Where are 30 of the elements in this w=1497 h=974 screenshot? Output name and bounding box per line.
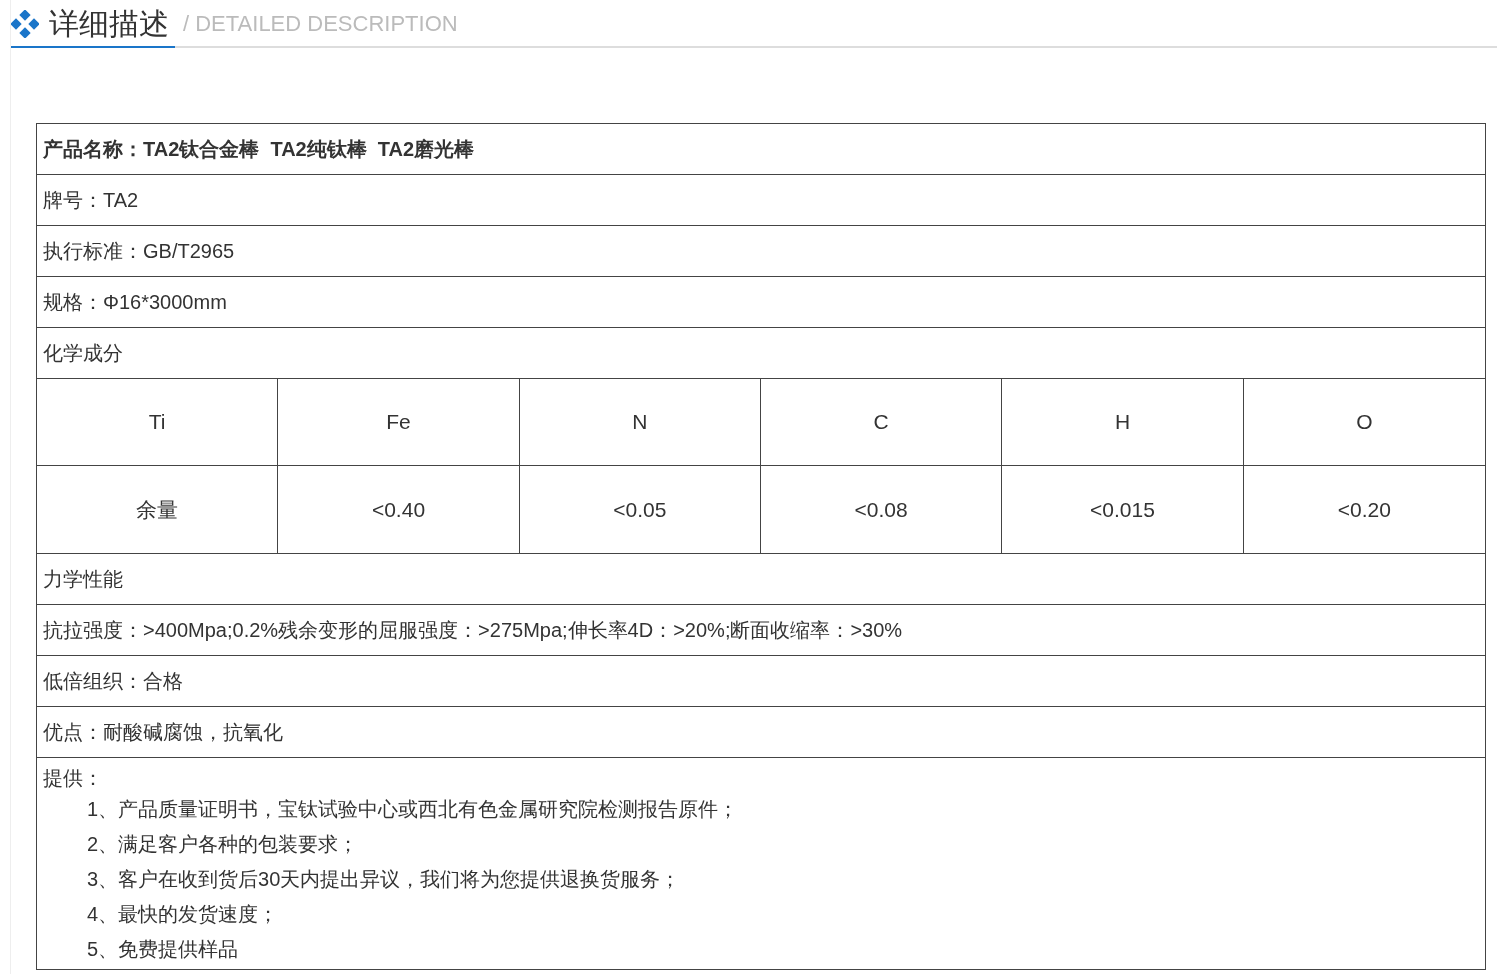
table-cell-text: 执行标准：GB/T2965 (43, 239, 235, 264)
table-cell-text: N (632, 409, 648, 436)
list-item: 1、产品质量证明书，宝钛试验中心或西北有色金属研究院检测报告原件； (86, 797, 740, 822)
table-cell-text: <0.20 (1337, 496, 1391, 523)
table-cell-text: Fe (386, 409, 411, 436)
list-item: 3、客户在收到货后30天内提出异议，我们将为您提供退换货服务； (86, 867, 682, 892)
table-cell-text: 化学成分 (43, 341, 123, 366)
section-title: 详细描述 (49, 6, 169, 42)
table-cell-text: 低倍组织：合格 (43, 669, 183, 694)
table-cell-text: 优点：耐酸碱腐蚀，抗氧化 (43, 720, 283, 745)
table-cell-text: <0.05 (613, 496, 667, 523)
section-subtitle: / DETAILED DESCRIPTION (183, 10, 458, 38)
table-cell-text: <0.015 (1090, 496, 1155, 523)
table-cell-text: 规格：Φ16*3000mm (43, 290, 227, 315)
table-cell-text: <0.40 (371, 496, 426, 523)
table-cell-text: Ti (148, 409, 166, 436)
list-item: 5、免费提供样品 (86, 937, 240, 962)
table-cell-text: 抗拉强度：>400Mpa;0.2%残余变形的屈服强度：>275Mpa;伸长率4D：>20%;断面收缩率：>30% (43, 618, 903, 643)
table-cell-text: <0.08 (854, 496, 908, 523)
table-cell-text: 产品名称：TA2钛合金棒 TA2纯钛棒 TA2磨光棒 (43, 137, 475, 162)
list-item: 4、最快的发货速度； (86, 902, 280, 927)
table-cell-text: O (1356, 409, 1373, 436)
table-cell-text: 力学性能 (43, 567, 123, 592)
table-cell-text: 牌号：TA2 (43, 188, 139, 213)
section-label: 提供： (43, 766, 104, 791)
table-cell-text: H (1114, 409, 1131, 436)
diamond-cluster-icon (11, 10, 39, 38)
table-cell-text: C (873, 409, 889, 436)
table-cell-text: 余量 (136, 496, 179, 523)
list-item: 2、满足客户各种的包装要求； (86, 832, 360, 857)
